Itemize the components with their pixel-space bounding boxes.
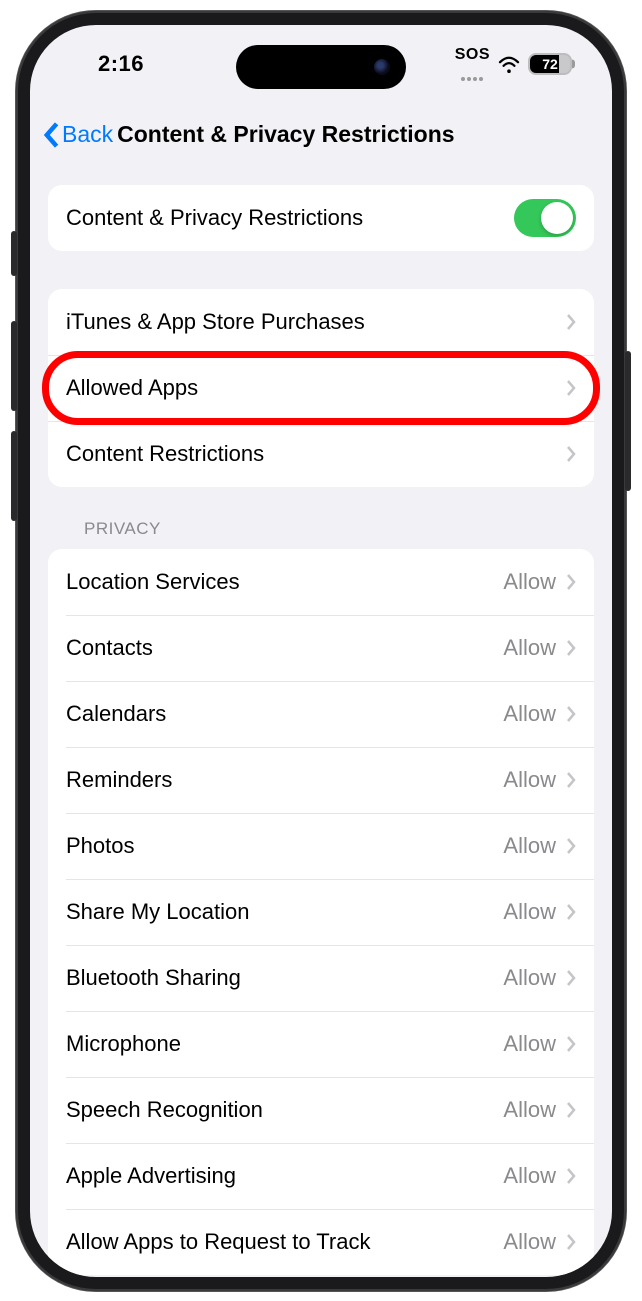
chevron-left-icon xyxy=(42,121,60,149)
chevron-right-icon xyxy=(566,1167,576,1185)
row-label: Reminders xyxy=(66,767,503,793)
toggle-knob xyxy=(541,202,573,234)
side-button-volume-down xyxy=(11,431,17,521)
chevron-right-icon xyxy=(566,837,576,855)
chevron-right-icon xyxy=(566,1035,576,1053)
status-time: 2:16 xyxy=(70,51,144,77)
privacy-row-contacts[interactable]: ContactsAllow xyxy=(48,615,594,681)
main-toggle-group: Content & Privacy Restrictions xyxy=(48,185,594,251)
chevron-right-icon xyxy=(566,445,576,463)
privacy-row-speech-recognition[interactable]: Speech RecognitionAllow xyxy=(48,1077,594,1143)
privacy-row-apple-advertising[interactable]: Apple AdvertisingAllow xyxy=(48,1143,594,1209)
row-value: Allow xyxy=(503,569,556,595)
row-label: Contacts xyxy=(66,635,503,661)
toggle-switch[interactable] xyxy=(514,199,576,237)
dynamic-island xyxy=(236,45,406,89)
side-button-power xyxy=(625,351,631,491)
row-value: Allow xyxy=(503,1229,556,1255)
page-title: Content & Privacy Restrictions xyxy=(117,121,454,148)
row-label: Bluetooth Sharing xyxy=(66,965,503,991)
chevron-right-icon xyxy=(566,705,576,723)
row-value: Allow xyxy=(503,899,556,925)
row-value: Allow xyxy=(503,965,556,991)
row-value: Allow xyxy=(503,1163,556,1189)
chevron-right-icon xyxy=(566,771,576,789)
chevron-right-icon xyxy=(566,1101,576,1119)
screen: 2:16 SOS 72 xyxy=(30,25,612,1277)
privacy-row-bluetooth-sharing[interactable]: Bluetooth SharingAllow xyxy=(48,945,594,1011)
back-label: Back xyxy=(62,121,113,148)
side-button-mute xyxy=(11,231,17,276)
chevron-right-icon xyxy=(566,573,576,591)
row-value: Allow xyxy=(503,635,556,661)
navigation-bar: Back Content & Privacy Restrictions xyxy=(30,103,612,167)
row-value: Allow xyxy=(503,701,556,727)
back-button[interactable]: Back xyxy=(38,121,113,149)
content-restrictions-row[interactable]: Content Restrictions xyxy=(48,421,594,487)
row-label: Photos xyxy=(66,833,503,859)
row-label: Allowed Apps xyxy=(66,375,566,401)
privacy-group: Location ServicesAllowContactsAllowCalen… xyxy=(48,549,594,1275)
wifi-icon xyxy=(498,55,520,73)
row-value: Allow xyxy=(503,1097,556,1123)
row-label: Share My Location xyxy=(66,899,503,925)
row-label: Allow Apps to Request to Track xyxy=(66,1229,503,1255)
row-label: Calendars xyxy=(66,701,503,727)
row-value: Allow xyxy=(503,1031,556,1057)
privacy-row-share-my-location[interactable]: Share My LocationAllow xyxy=(48,879,594,945)
chevron-right-icon xyxy=(566,313,576,331)
content-area: Back Content & Privacy Restrictions Cont… xyxy=(30,103,612,1277)
privacy-row-microphone[interactable]: MicrophoneAllow xyxy=(48,1011,594,1077)
row-label: Speech Recognition xyxy=(66,1097,503,1123)
row-value: Allow xyxy=(503,833,556,859)
toggle-label: Content & Privacy Restrictions xyxy=(66,205,514,231)
row-label: iTunes & App Store Purchases xyxy=(66,309,566,335)
content-privacy-toggle-row[interactable]: Content & Privacy Restrictions xyxy=(48,185,594,251)
privacy-section-header: Privacy xyxy=(48,519,594,549)
chevron-right-icon xyxy=(566,969,576,987)
chevron-right-icon xyxy=(566,639,576,657)
privacy-row-reminders[interactable]: RemindersAllow xyxy=(48,747,594,813)
phone-frame: 2:16 SOS 72 xyxy=(16,11,626,1291)
front-camera-icon xyxy=(374,59,390,75)
privacy-row-photos[interactable]: PhotosAllow xyxy=(48,813,594,879)
itunes-purchases-row[interactable]: iTunes & App Store Purchases xyxy=(48,289,594,355)
privacy-row-calendars[interactable]: CalendarsAllow xyxy=(48,681,594,747)
row-label: Content Restrictions xyxy=(66,441,566,467)
allowed-apps-row[interactable]: Allowed Apps xyxy=(48,355,594,421)
row-value: Allow xyxy=(503,767,556,793)
chevron-right-icon xyxy=(566,1233,576,1251)
privacy-row-allow-apps-to-request-to-track[interactable]: Allow Apps to Request to TrackAllow xyxy=(48,1209,594,1275)
privacy-row-location-services[interactable]: Location ServicesAllow xyxy=(48,549,594,615)
row-label: Apple Advertising xyxy=(66,1163,503,1189)
chevron-right-icon xyxy=(566,903,576,921)
chevron-right-icon xyxy=(566,379,576,397)
sos-indicator: SOS xyxy=(455,47,490,81)
side-button-volume-up xyxy=(11,321,17,411)
restrictions-group: iTunes & App Store Purchases Allowed App… xyxy=(48,289,594,487)
row-label: Microphone xyxy=(66,1031,503,1057)
battery-icon: 72 xyxy=(528,53,572,75)
row-label: Location Services xyxy=(66,569,503,595)
